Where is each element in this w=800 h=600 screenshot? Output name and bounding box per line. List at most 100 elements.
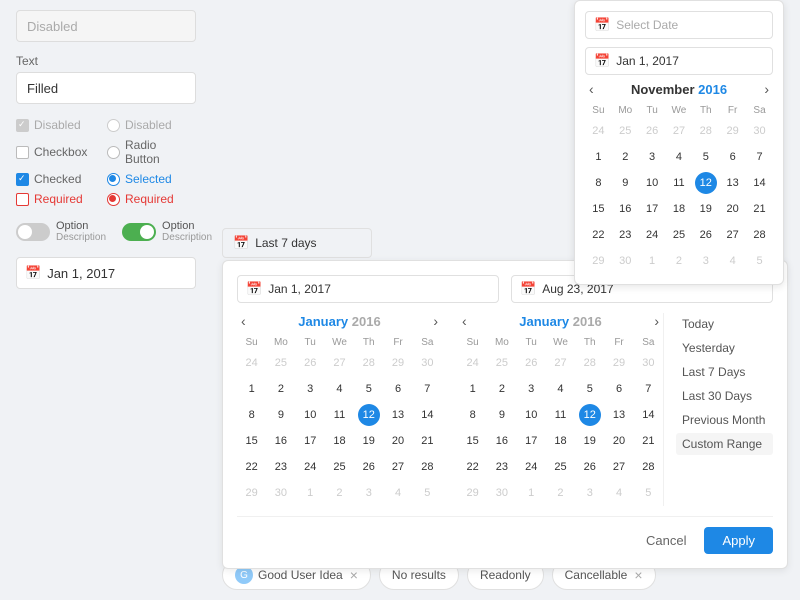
calendar-day[interactable]: 17 (639, 196, 666, 222)
calendar-day[interactable]: 3 (575, 480, 604, 506)
small-cal-next[interactable]: › (760, 81, 773, 97)
calendar-day[interactable]: 23 (487, 454, 516, 480)
calendar-day[interactable]: 24 (585, 118, 612, 144)
calendar-day[interactable]: 6 (604, 376, 633, 402)
calendar-day[interactable]: 27 (604, 454, 633, 480)
calendar-day[interactable]: 21 (634, 428, 663, 454)
calendar-day[interactable]: 3 (517, 376, 546, 402)
calendar-day[interactable]: 1 (639, 248, 666, 274)
calendar-day[interactable]: 24 (639, 222, 666, 248)
calendar-day[interactable]: 4 (719, 248, 746, 274)
calendar-day[interactable]: 12 (575, 402, 604, 428)
calendar-day[interactable]: 3 (639, 144, 666, 170)
calendar-day[interactable]: 2 (266, 376, 295, 402)
calendar-day[interactable]: 7 (634, 376, 663, 402)
calendar-day[interactable]: 5 (746, 248, 773, 274)
calendar-day[interactable]: 11 (546, 402, 575, 428)
calendar-day[interactable]: 14 (413, 402, 442, 428)
calendar-day[interactable]: 30 (612, 248, 639, 274)
calendar-day[interactable]: 4 (546, 376, 575, 402)
shortcut-yesterday[interactable]: Yesterday (676, 337, 773, 359)
calendar-day[interactable]: 17 (517, 428, 546, 454)
calendar-day[interactable]: 1 (458, 376, 487, 402)
calendar-day[interactable]: 14 (634, 402, 663, 428)
calendar-day[interactable]: 5 (692, 144, 719, 170)
calendar-day[interactable]: 2 (612, 144, 639, 170)
calendar-day[interactable]: 19 (354, 428, 383, 454)
calendar-day[interactable]: 2 (325, 480, 354, 506)
shortcut-last30[interactable]: Last 30 Days (676, 385, 773, 407)
calendar-day[interactable]: 25 (546, 454, 575, 480)
calendar-day[interactable]: 26 (296, 350, 325, 376)
calendar-day[interactable]: 11 (666, 170, 693, 196)
calendar-day[interactable]: 2 (546, 480, 575, 506)
calendar-day[interactable]: 17 (296, 428, 325, 454)
calendar-day[interactable]: 30 (266, 480, 295, 506)
unchecked-checkbox[interactable] (16, 146, 29, 159)
calendar-day[interactable]: 16 (487, 428, 516, 454)
calendar-day[interactable]: 23 (266, 454, 295, 480)
calendar-day[interactable]: 3 (354, 480, 383, 506)
calendar-day[interactable]: 5 (354, 376, 383, 402)
calendar-day[interactable]: 25 (325, 454, 354, 480)
checkbox-row[interactable]: Checkbox (16, 138, 103, 166)
calendar-day[interactable]: 5 (413, 480, 442, 506)
calendar-day[interactable]: 8 (458, 402, 487, 428)
calendar-day[interactable]: 2 (666, 248, 693, 274)
calendar-day[interactable]: 27 (546, 350, 575, 376)
calendar-day[interactable]: 30 (746, 118, 773, 144)
filled-input[interactable]: Filled (16, 72, 196, 104)
calendar-day[interactable]: 30 (634, 350, 663, 376)
checked-row[interactable]: Checked (16, 172, 103, 186)
calendar-day[interactable]: 27 (383, 454, 412, 480)
calendar-day[interactable]: 26 (354, 454, 383, 480)
calendar-day[interactable]: 26 (639, 118, 666, 144)
calendar-day[interactable]: 28 (354, 350, 383, 376)
calendar-day[interactable]: 29 (383, 350, 412, 376)
calendar-day[interactable]: 21 (746, 196, 773, 222)
calendar-day[interactable]: 16 (266, 428, 295, 454)
calendar-day[interactable]: 27 (666, 118, 693, 144)
calendar-day[interactable]: 7 (746, 144, 773, 170)
selected-radio[interactable] (107, 173, 120, 186)
range-cal-right-prev[interactable]: ‹ (458, 313, 471, 329)
toggle-off-item[interactable]: Option Description (16, 220, 106, 243)
calendar-day[interactable]: 12 (692, 170, 719, 196)
calendar-day[interactable]: 9 (612, 170, 639, 196)
range-cal-left-prev[interactable]: ‹ (237, 313, 250, 329)
calendar-day[interactable]: 25 (266, 350, 295, 376)
calendar-day[interactable]: 18 (666, 196, 693, 222)
calendar-day[interactable]: 29 (585, 248, 612, 274)
range-cal-right-next[interactable]: › (650, 313, 663, 329)
calendar-day[interactable]: 3 (692, 248, 719, 274)
calendar-day[interactable]: 28 (634, 454, 663, 480)
calendar-day[interactable]: 9 (487, 402, 516, 428)
calendar-day[interactable]: 14 (746, 170, 773, 196)
required-checkbox-row[interactable]: Required (16, 192, 103, 206)
shortcut-custom[interactable]: Custom Range (676, 433, 773, 455)
calendar-day[interactable]: 22 (237, 454, 266, 480)
last-7-days-bar[interactable]: 📅 Last 7 days (222, 228, 372, 258)
calendar-day[interactable]: 22 (585, 222, 612, 248)
range-start-input[interactable]: 📅 Jan 1, 2017 (237, 275, 499, 303)
calendar-day[interactable]: 23 (612, 222, 639, 248)
calendar-day[interactable]: 8 (237, 402, 266, 428)
calendar-day[interactable]: 7 (413, 376, 442, 402)
calendar-day[interactable]: 11 (325, 402, 354, 428)
calendar-day[interactable]: 20 (719, 196, 746, 222)
calendar-day[interactable]: 30 (413, 350, 442, 376)
toggle-off[interactable] (16, 223, 50, 241)
calendar-day[interactable]: 10 (517, 402, 546, 428)
calendar-day[interactable]: 28 (413, 454, 442, 480)
calendar-day[interactable]: 25 (612, 118, 639, 144)
calendar-day[interactable]: 24 (458, 350, 487, 376)
calendar-day[interactable]: 18 (546, 428, 575, 454)
calendar-day[interactable]: 5 (575, 376, 604, 402)
calendar-day[interactable]: 1 (296, 480, 325, 506)
calendar-day[interactable]: 19 (575, 428, 604, 454)
calendar-day[interactable]: 29 (458, 480, 487, 506)
calendar-day[interactable]: 4 (666, 144, 693, 170)
calendar-day[interactable]: 26 (575, 454, 604, 480)
calendar-day[interactable]: 19 (692, 196, 719, 222)
date-input-left[interactable]: 📅 Jan 1, 2017 (16, 257, 196, 289)
